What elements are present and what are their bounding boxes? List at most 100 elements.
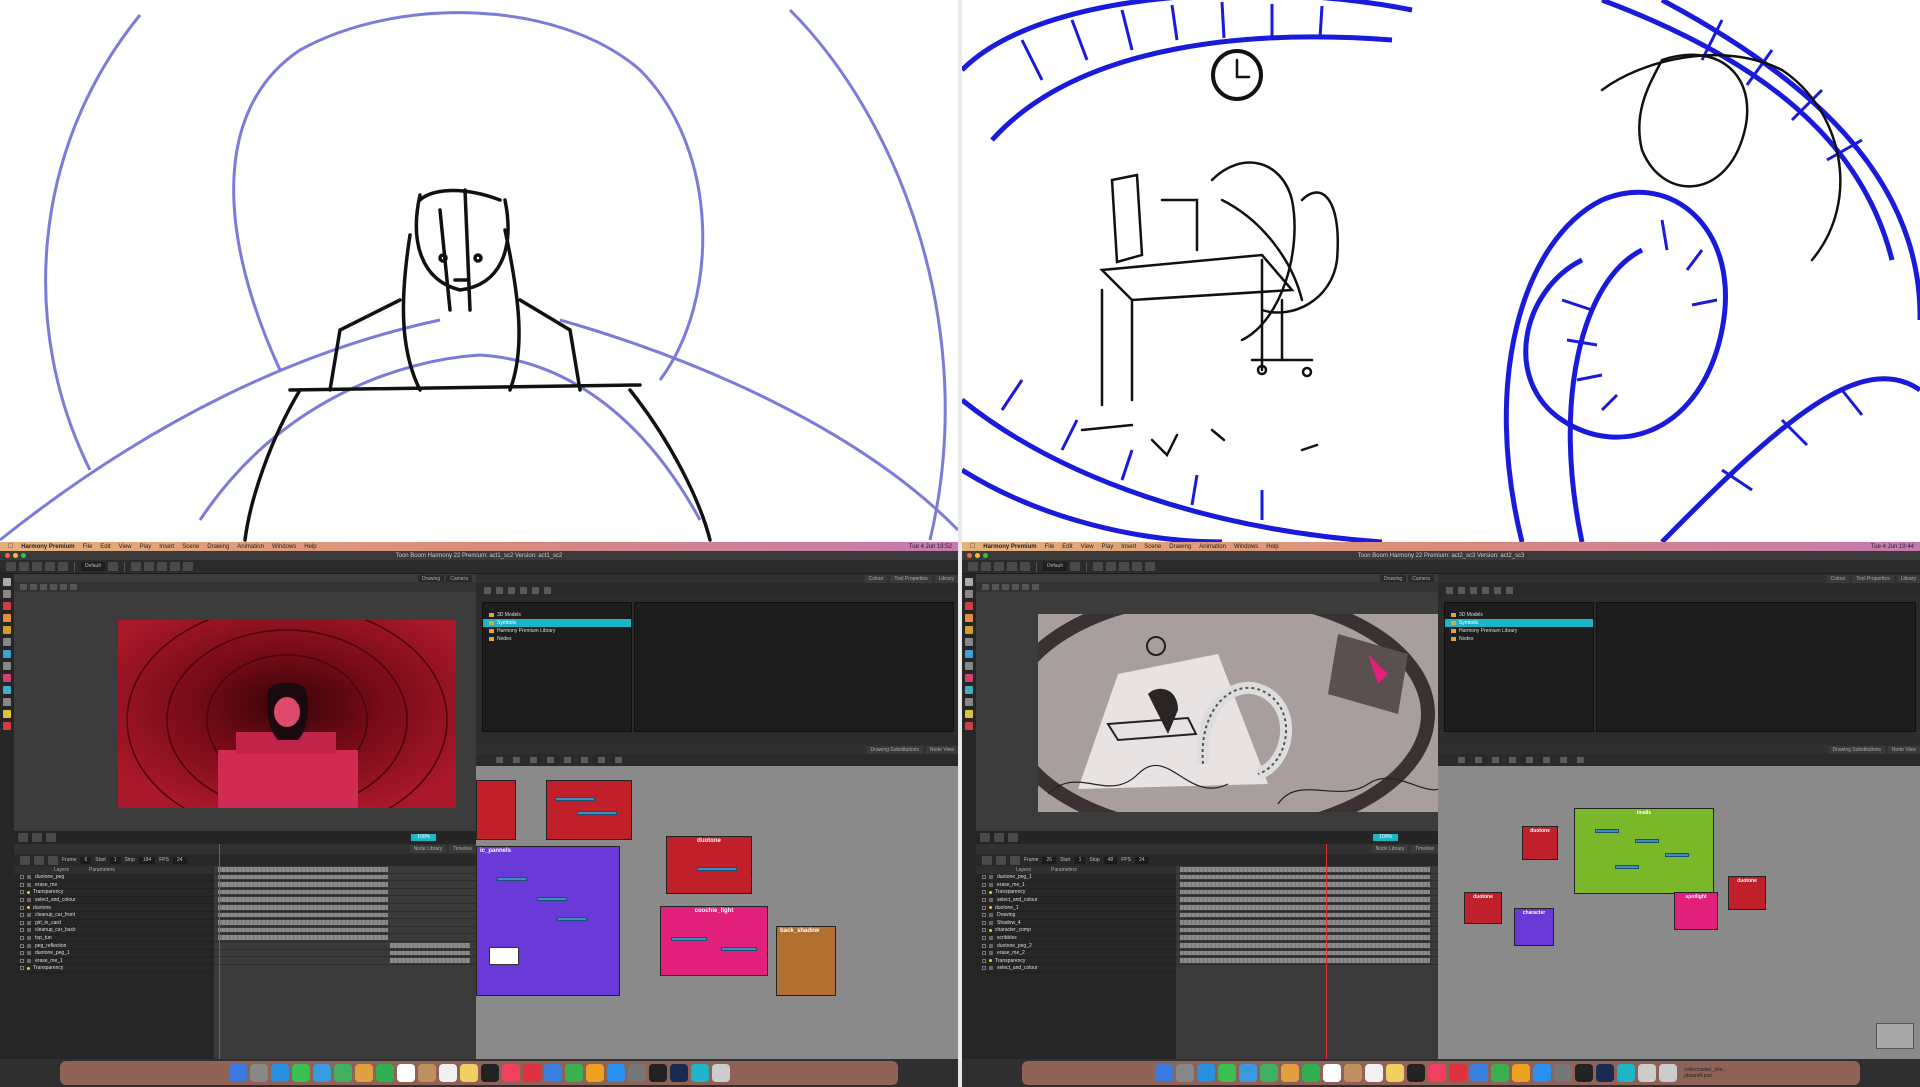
exposure-cells[interactable]: [218, 927, 388, 933]
layer-enable-checkbox[interactable]: [20, 898, 24, 903]
exposure-cells[interactable]: [390, 942, 470, 948]
app-store-icon[interactable]: [606, 1064, 625, 1082]
exposure-cells[interactable]: [218, 904, 388, 910]
open-scene-icon[interactable]: [981, 562, 991, 571]
tab-node-library[interactable]: Node Library: [1371, 845, 1409, 853]
layer-enable-checkbox[interactable]: [982, 943, 986, 948]
node-tool-icon[interactable]: [1475, 757, 1482, 763]
node[interactable]: [721, 947, 757, 951]
status-icon[interactable]: [18, 833, 28, 842]
facetime-icon[interactable]: [1302, 1064, 1321, 1082]
exposure-tracks[interactable]: [1176, 844, 1438, 1059]
menu-edit[interactable]: Edit: [1062, 544, 1072, 550]
node[interactable]: [537, 897, 567, 901]
menu-drawing[interactable]: Drawing: [1169, 544, 1191, 550]
library-tool-icon[interactable]: [532, 586, 539, 594]
rotate-icon[interactable]: [1144, 562, 1155, 571]
transform-tool-icon[interactable]: [965, 590, 973, 598]
brush-tool-icon[interactable]: [3, 602, 11, 610]
library-tool-icon[interactable]: [484, 586, 491, 594]
layer-enable-checkbox[interactable]: [982, 928, 986, 933]
node-tool-icon[interactable]: [564, 757, 571, 763]
shape-tool-icon[interactable]: [965, 650, 973, 658]
node-tool-icon[interactable]: [1492, 757, 1499, 763]
tab-tool-properties[interactable]: Tool Properties: [1852, 574, 1894, 583]
layer-enable-checkbox[interactable]: [20, 905, 24, 910]
paint-tool-icon[interactable]: [965, 626, 973, 634]
pencil-tool-icon[interactable]: [965, 614, 973, 622]
harmony-icon[interactable]: [1617, 1064, 1636, 1082]
first-frame-icon[interactable]: [982, 855, 992, 865]
redo-icon[interactable]: [58, 562, 68, 571]
music-icon[interactable]: [501, 1064, 520, 1082]
menu-animation[interactable]: Animation: [1199, 544, 1226, 550]
library-tool-icon[interactable]: [1458, 586, 1465, 594]
layer-row[interactable]: select_and_colour: [976, 897, 1176, 905]
tv-icon[interactable]: [1407, 1064, 1426, 1082]
status-icon[interactable]: [32, 833, 42, 842]
layer-enable-checkbox[interactable]: [982, 913, 986, 918]
viewer-tool-icon[interactable]: [20, 584, 27, 590]
calendar-icon[interactable]: [1323, 1064, 1342, 1082]
frame-field[interactable]: 6: [80, 856, 92, 864]
node-group[interactable]: [476, 780, 516, 840]
notes-icon[interactable]: [459, 1064, 478, 1082]
track[interactable]: [214, 896, 476, 904]
node[interactable]: [555, 797, 595, 801]
save-icon[interactable]: [994, 562, 1004, 571]
menu-drawing[interactable]: Drawing: [207, 544, 229, 550]
layer-row[interactable]: character_comp: [976, 927, 1176, 935]
calendar-icon[interactable]: [396, 1064, 415, 1082]
first-frame-icon[interactable]: [20, 855, 30, 865]
track[interactable]: [214, 942, 476, 950]
safari-icon[interactable]: [1197, 1064, 1216, 1082]
last-frame-icon[interactable]: [1010, 855, 1020, 865]
menu-scene[interactable]: Scene: [1144, 544, 1161, 550]
zoom-window-icon[interactable]: [21, 553, 26, 558]
reminders-icon[interactable]: [1365, 1064, 1384, 1082]
redo-icon[interactable]: [1020, 562, 1030, 571]
track[interactable]: [1176, 942, 1438, 950]
photoshop-icon[interactable]: [669, 1064, 688, 1082]
minimize-window-icon[interactable]: [975, 553, 980, 558]
brush-tool-icon[interactable]: [965, 602, 973, 610]
text-tool-icon[interactable]: [965, 662, 973, 670]
exposure-cells[interactable]: [218, 882, 388, 887]
playhead[interactable]: [1326, 844, 1327, 1059]
track[interactable]: [214, 866, 476, 874]
layer-enable-checkbox[interactable]: [982, 882, 986, 887]
harmony-icon[interactable]: [690, 1064, 709, 1082]
status-icon[interactable]: [46, 833, 56, 842]
node-group-back-shadow[interactable]: back_shadow: [776, 926, 836, 996]
track[interactable]: [1176, 896, 1438, 904]
layer-enable-checkbox[interactable]: [982, 958, 986, 963]
news-icon[interactable]: [522, 1064, 541, 1082]
workspace-select[interactable]: Default: [1043, 562, 1067, 571]
exposure-cells[interactable]: [390, 950, 470, 956]
photoshop-icon[interactable]: [1596, 1064, 1615, 1082]
node-tool-icon[interactable]: [530, 757, 537, 763]
grid-icon[interactable]: [1118, 562, 1129, 571]
keynote-icon[interactable]: [543, 1064, 562, 1082]
zoom-level[interactable]: 100%: [1373, 834, 1398, 841]
viewer-tool-icon[interactable]: [70, 584, 77, 590]
tab-node-view[interactable]: Node View: [925, 745, 958, 754]
layer-row[interactable]: duotone: [14, 904, 214, 912]
exposure-cells[interactable]: [1180, 889, 1430, 895]
layer-enable-checkbox[interactable]: [20, 928, 24, 933]
finder-icon[interactable]: [228, 1064, 247, 1082]
node-navigator[interactable]: [1876, 1023, 1914, 1049]
rotate-view-icon[interactable]: [3, 722, 11, 730]
layer-row[interactable]: erase_me_1: [14, 958, 214, 966]
system-settings-icon[interactable]: [627, 1064, 646, 1082]
shape-tool-icon[interactable]: [3, 650, 11, 658]
track[interactable]: [214, 881, 476, 889]
exposure-cells[interactable]: [1180, 867, 1430, 872]
flip-icon[interactable]: [169, 562, 180, 571]
app-name[interactable]: Harmony Premium: [21, 544, 74, 550]
transform-tool-icon[interactable]: [3, 590, 11, 598]
viewer-tool-icon[interactable]: [1002, 584, 1009, 590]
node[interactable]: [697, 867, 737, 871]
layer-row[interactable]: peg_reflection: [14, 942, 214, 950]
track[interactable]: [1176, 881, 1438, 889]
